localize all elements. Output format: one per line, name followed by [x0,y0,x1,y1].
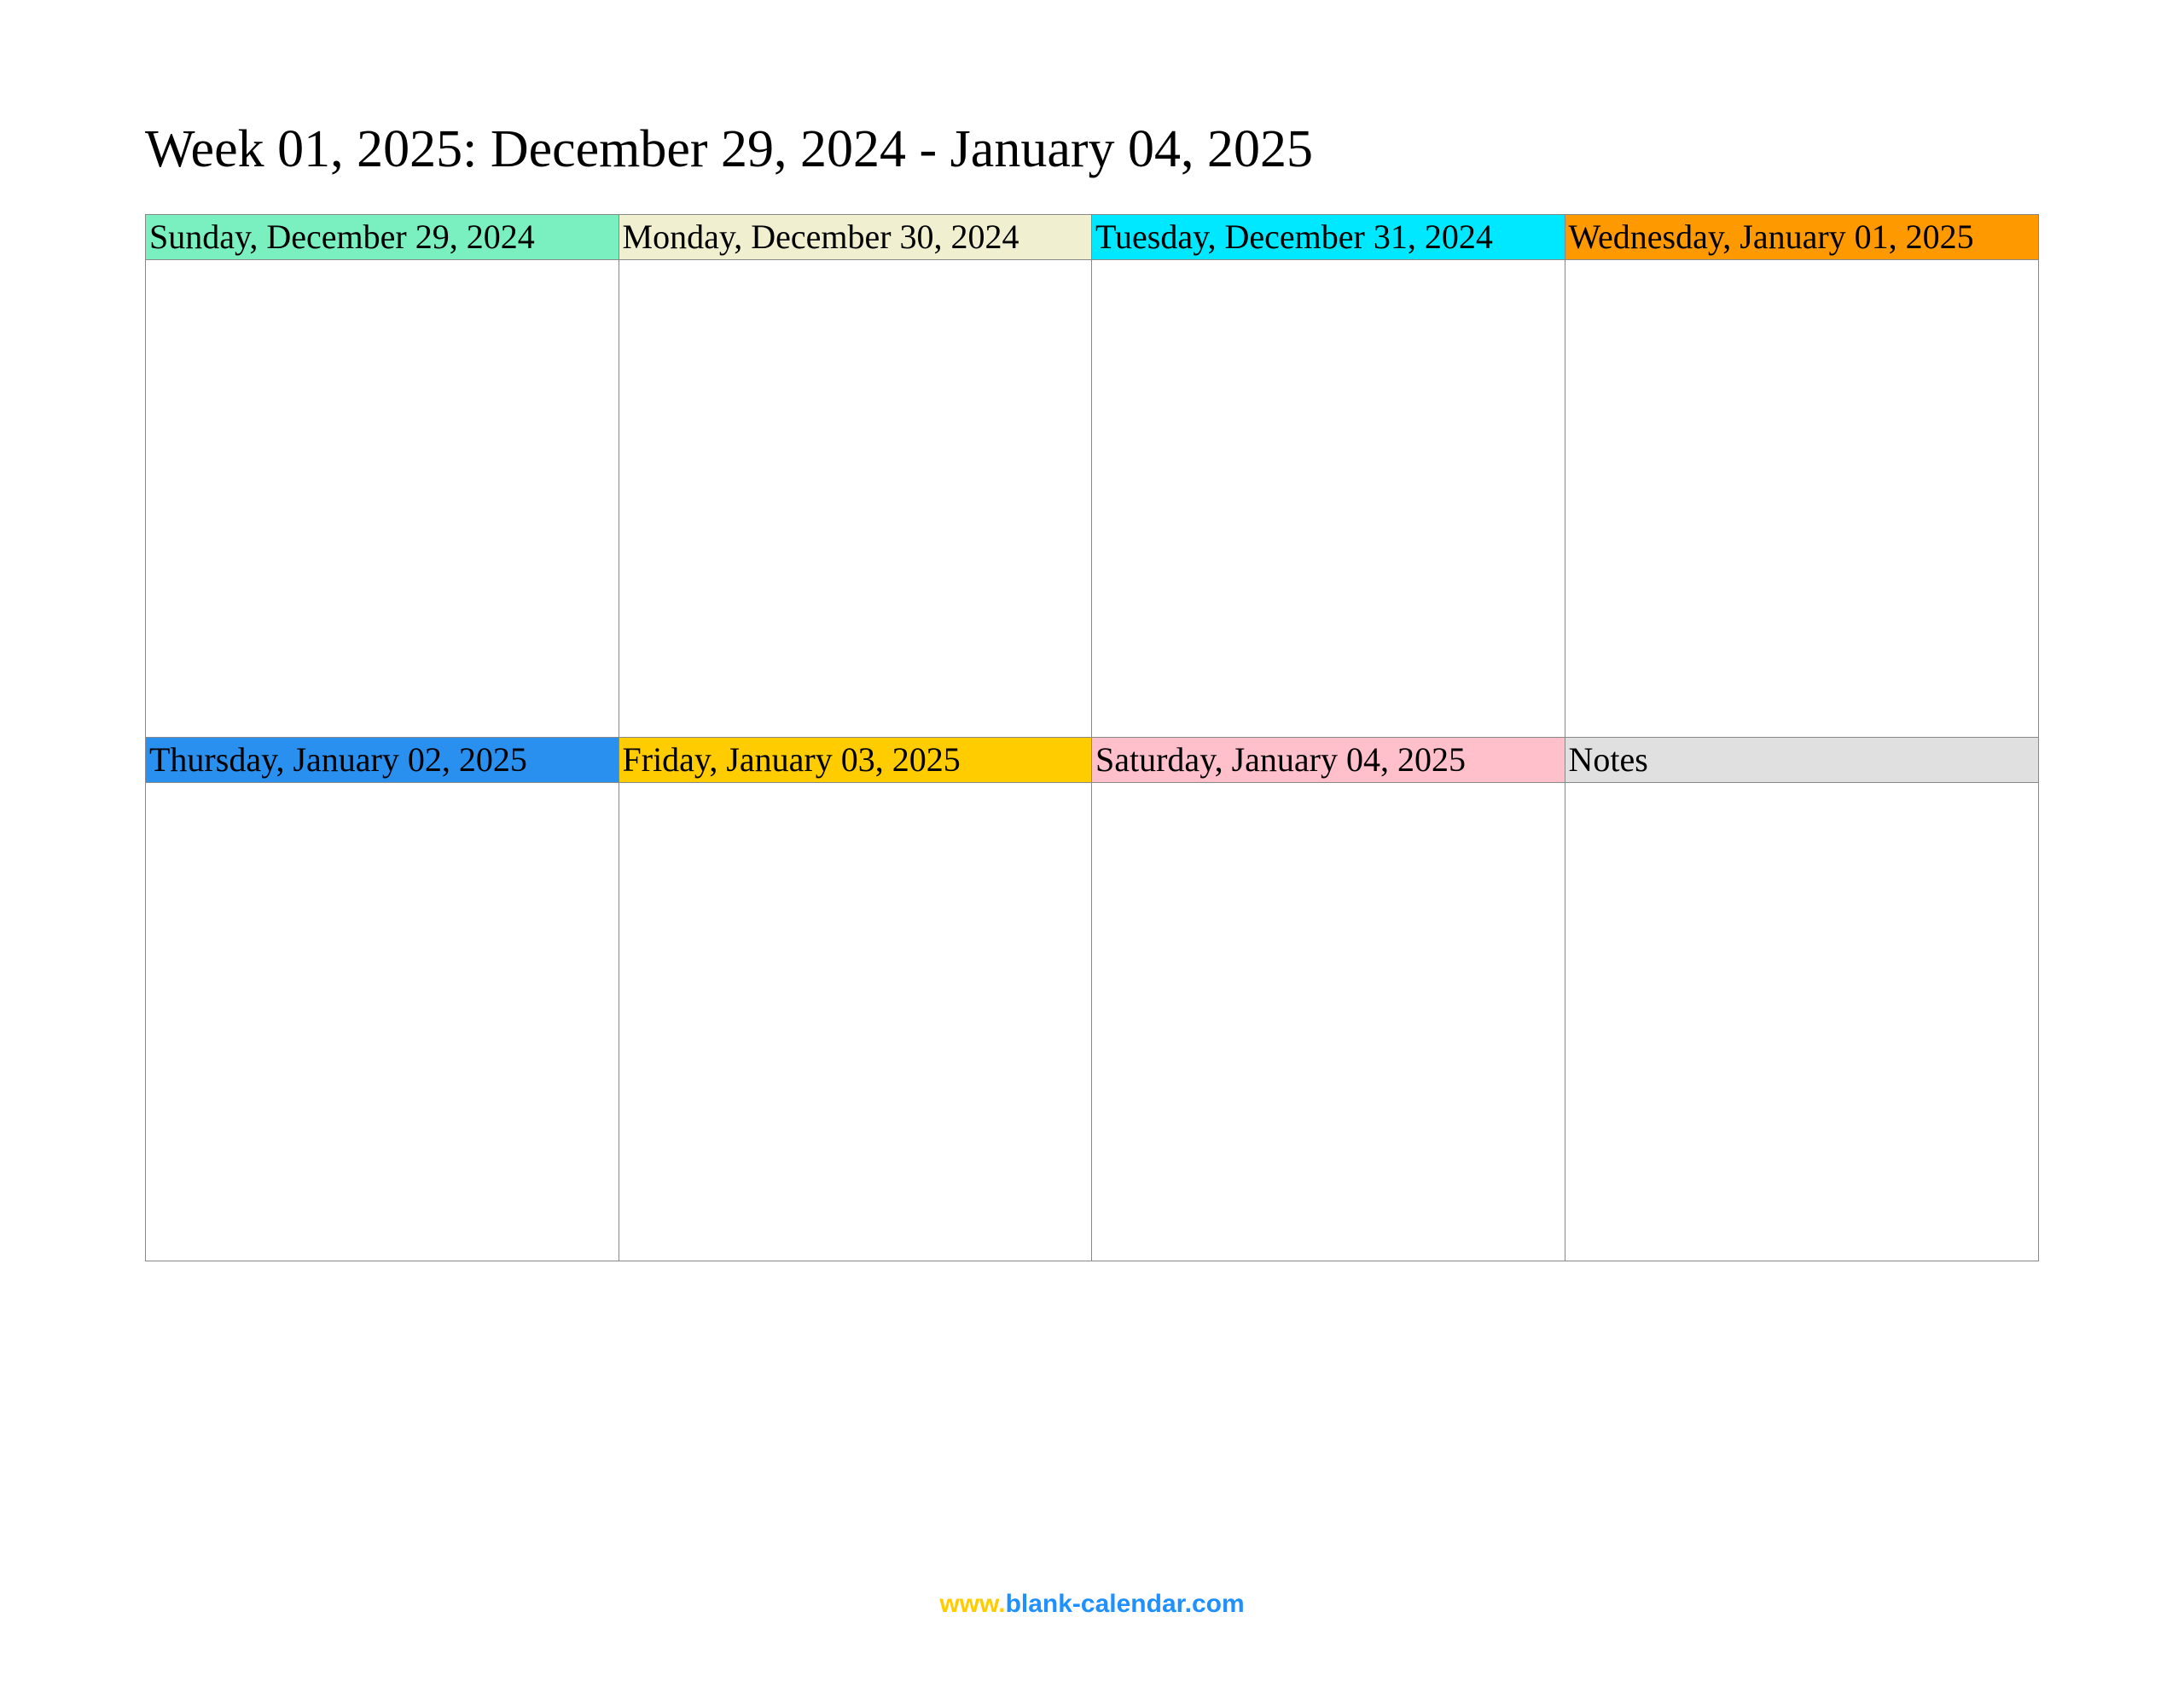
day-header-thursday: Thursday, January 02, 2025 [146,738,619,783]
day-cell-thursday[interactable] [146,783,619,1261]
day-header-wednesday: Wednesday, January 01, 2025 [1565,215,2039,260]
footer-www: www. [939,1590,1005,1618]
day-header-friday: Friday, January 03, 2025 [619,738,1093,783]
day-cell-tuesday[interactable] [1092,260,1565,738]
footer-link[interactable]: www.blank-calendar.com [0,1590,2184,1619]
calendar-page: Week 01, 2025: December 29, 2024 - Janua… [0,0,2184,1261]
day-header-tuesday: Tuesday, December 31, 2024 [1092,215,1565,260]
notes-header: Notes [1565,738,2039,783]
calendar-grid: Sunday, December 29, 2024 Monday, Decemb… [145,214,2039,1261]
page-title: Week 01, 2025: December 29, 2024 - Janua… [145,119,2039,180]
day-cell-saturday[interactable] [1092,783,1565,1261]
day-header-sunday: Sunday, December 29, 2024 [146,215,619,260]
day-cell-sunday[interactable] [146,260,619,738]
footer-domain: blank-calendar.com [1006,1590,1245,1618]
day-header-monday: Monday, December 30, 2024 [619,215,1093,260]
day-cell-monday[interactable] [619,260,1093,738]
day-cell-wednesday[interactable] [1565,260,2039,738]
day-header-saturday: Saturday, January 04, 2025 [1092,738,1565,783]
day-cell-friday[interactable] [619,783,1093,1261]
notes-cell[interactable] [1565,783,2039,1261]
